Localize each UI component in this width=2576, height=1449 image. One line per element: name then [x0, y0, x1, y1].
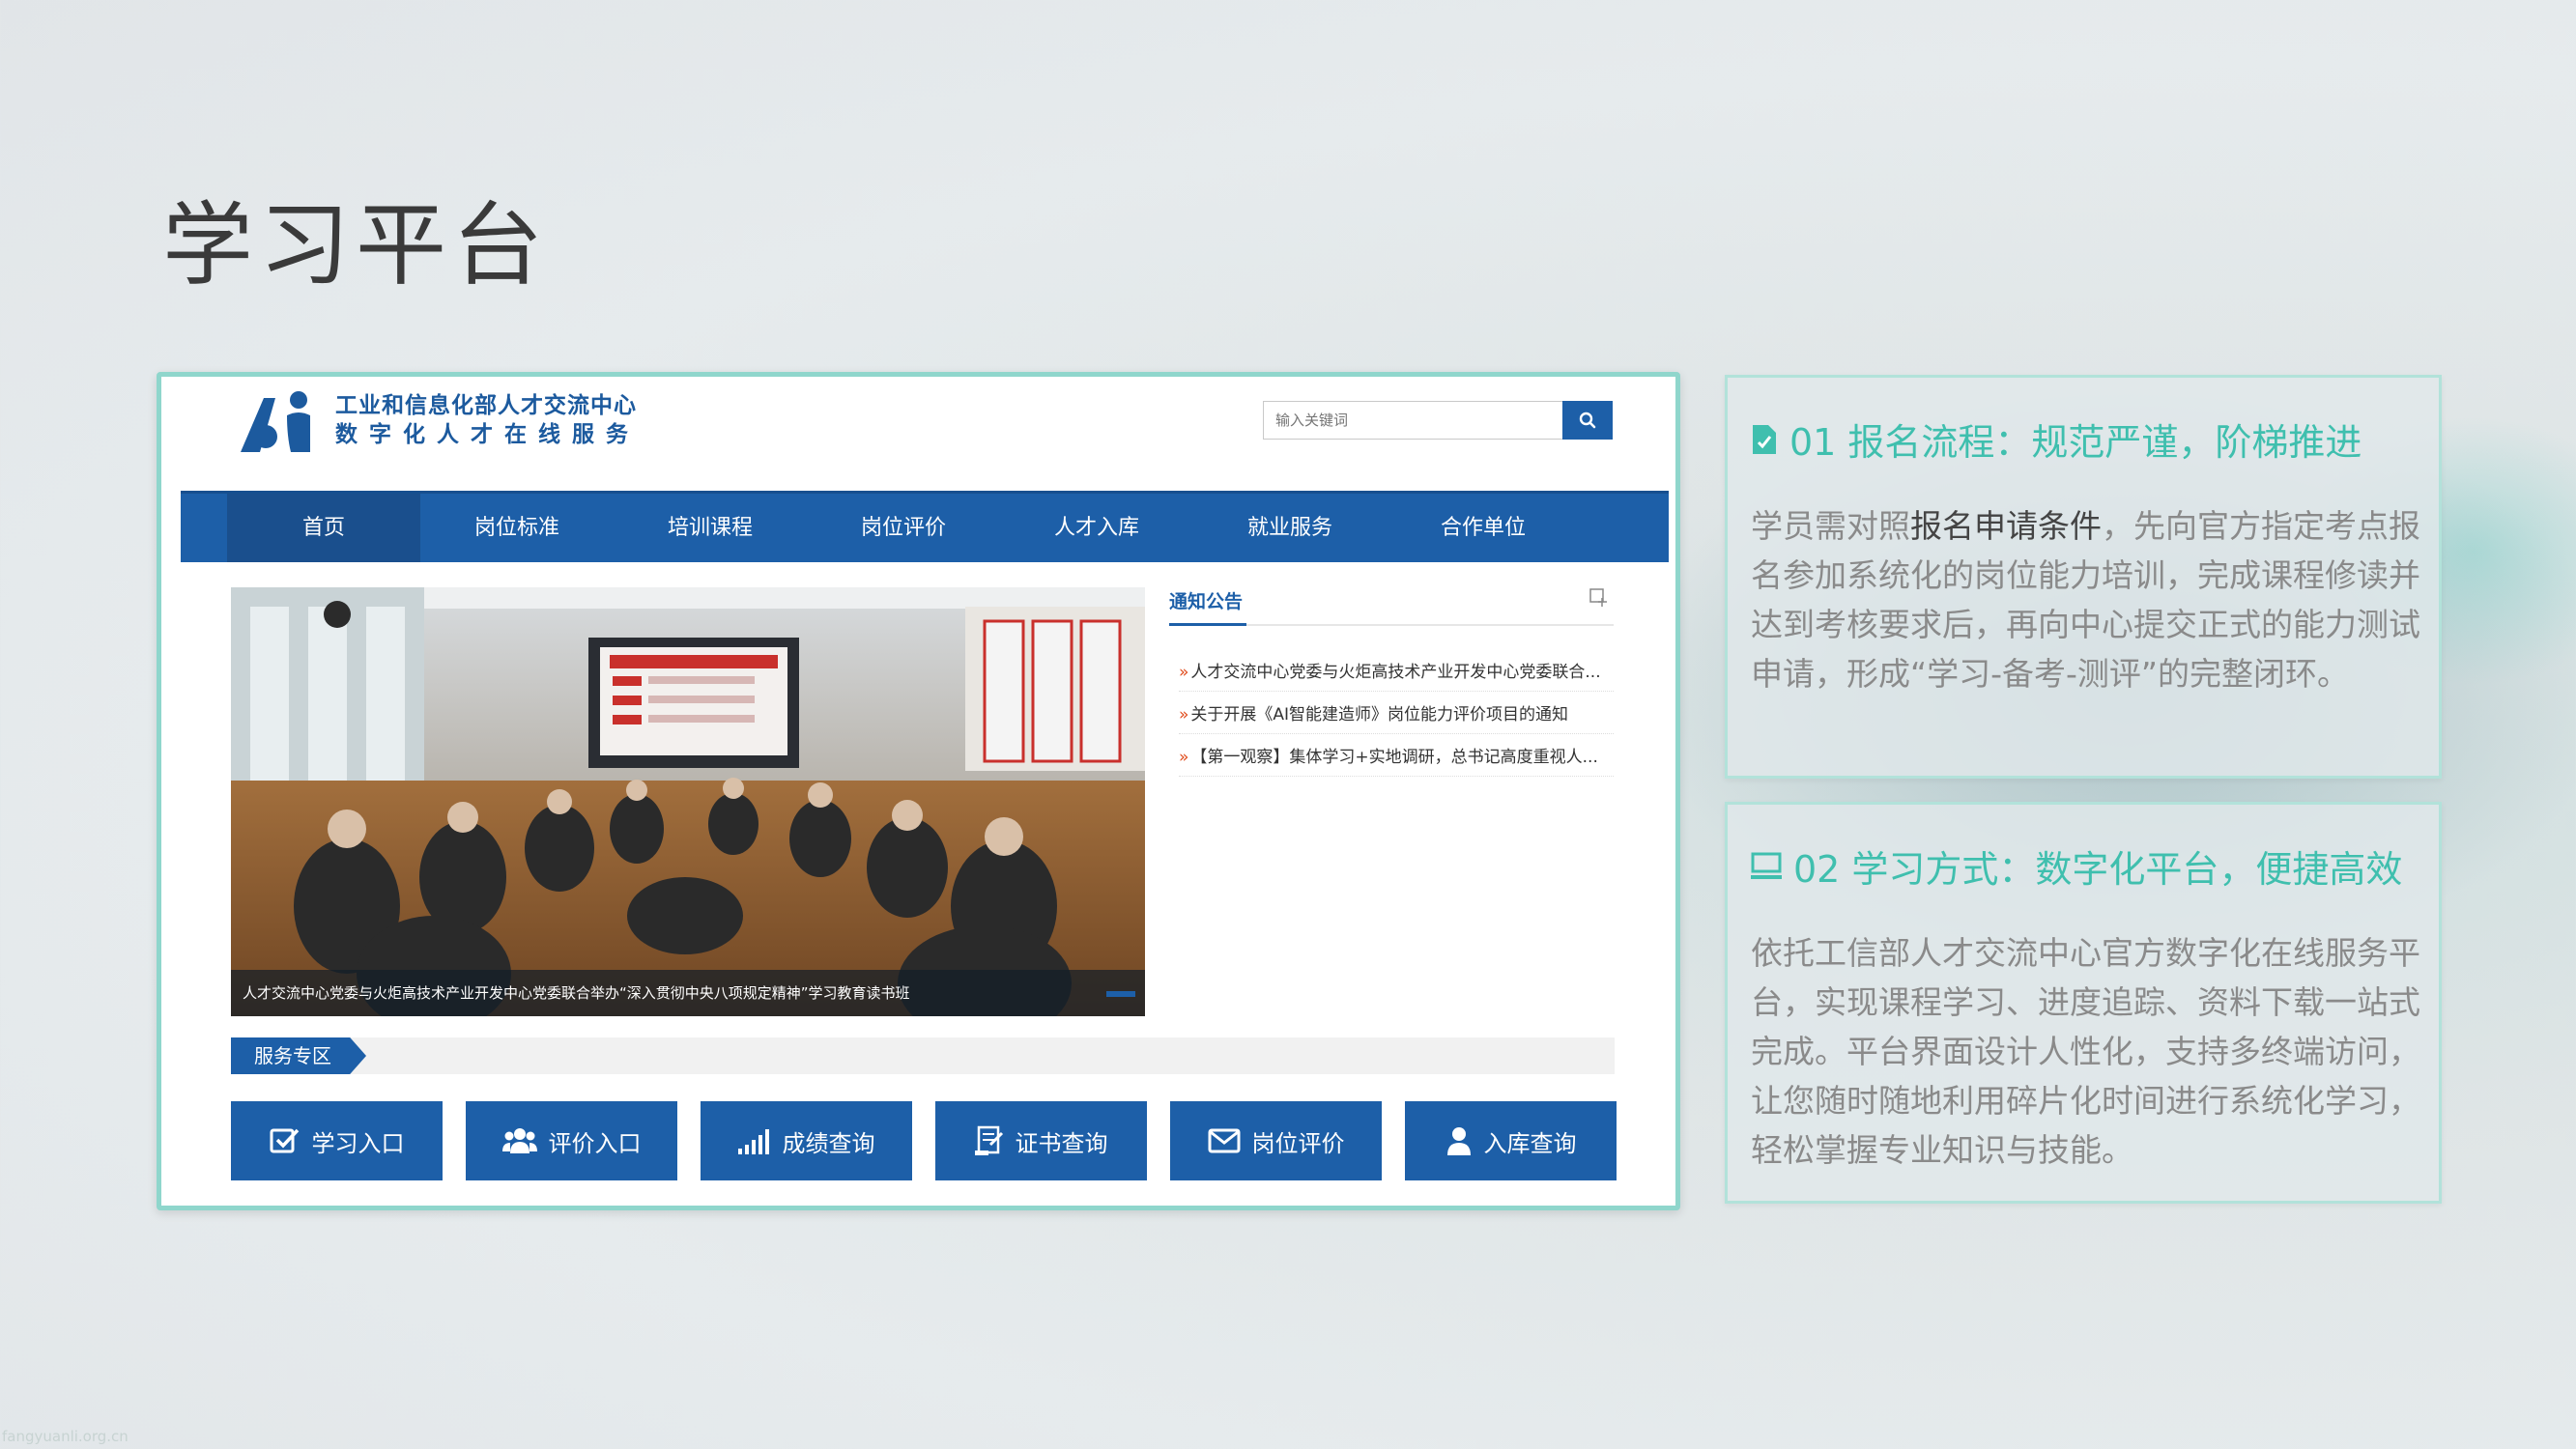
envelope-icon: [1208, 1128, 1240, 1153]
service-zone-header: 服务专区: [231, 1037, 1615, 1074]
nav-item-job-standard[interactable]: 岗位标准: [420, 494, 614, 562]
classroom-photo: [231, 587, 1145, 1016]
nav-item-employment[interactable]: 就业服务: [1193, 494, 1387, 562]
website: 工业和信息化部人才交流中心 数字化人才在线服务 首页 岗位标准 培训课程 岗位评…: [181, 377, 1669, 1206]
notice-title: 通知公告: [1169, 591, 1244, 612]
monitor-icon: [1751, 852, 1782, 879]
evaluation-entry-button[interactable]: 评价入口: [466, 1101, 677, 1180]
users-icon: [501, 1128, 537, 1153]
more-icon[interactable]: [1589, 587, 1610, 609]
notice-item[interactable]: » 人才交流中心党委与火炬高技术产业开发中心党委联合...: [1179, 653, 1614, 692]
card-body: 依托工信部人才交流中心官方数字化在线服务平台，实现课程学习、进度追踪、资料下载一…: [1751, 934, 2420, 1169]
notice-item-text: 关于开展《AI智能建造师》岗位能力评价项目的通知: [1190, 705, 1569, 724]
nav-item-talent-pool[interactable]: 人才入库: [1000, 494, 1193, 562]
search-box: [1263, 401, 1613, 440]
pool-query-label: 入库查询: [1483, 1129, 1577, 1157]
checkbox-icon: [270, 1128, 299, 1153]
document-icon: [1753, 424, 1776, 454]
score-query-label: 成绩查询: [782, 1129, 875, 1157]
certificate-icon: [974, 1125, 1003, 1155]
logo-title-line2: 数字化人才在线服务: [335, 422, 640, 447]
card-registration-process: 01 报名流程：规范严谨，阶梯推进 学员需对照报名申请条件，先向官方指定考点报名…: [1725, 375, 2442, 779]
nav-item-job-evaluation[interactable]: 岗位评价: [807, 494, 1000, 562]
certificate-query-button[interactable]: 证书查询: [935, 1101, 1147, 1180]
card-body-highlight: 报名申请条件: [1910, 507, 2102, 545]
slide-title: 学习平台: [162, 193, 550, 298]
search-icon: [1579, 412, 1596, 429]
job-evaluation-button[interactable]: 岗位评价: [1170, 1101, 1382, 1180]
notice-item-text: 【第一观察】集体学习+实地调研，总书记高度重视人...: [1190, 748, 1598, 767]
notice-item-text: 人才交流中心党委与火炬高技术产业开发中心党委联合...: [1190, 663, 1601, 682]
learning-entry-button[interactable]: 学习入口: [231, 1101, 443, 1180]
evaluation-entry-label: 评价入口: [548, 1129, 642, 1157]
news-slider[interactable]: 人才交流中心党委与火炬高技术产业开发中心党委联合举办“深入贯彻中央八项规定精神”…: [231, 587, 1145, 1016]
search-input[interactable]: [1264, 402, 1563, 439]
notice-item[interactable]: » 关于开展《AI智能建造师》岗位能力评价项目的通知: [1179, 696, 1614, 734]
notice-divider-accent: [1169, 623, 1246, 626]
score-query-button[interactable]: 成绩查询: [701, 1101, 912, 1180]
watermark: fangyuanli.org.cn: [2, 1428, 129, 1445]
logo-title-line1: 工业和信息化部人才交流中心: [335, 393, 637, 418]
card-heading: 01 报名流程：规范严谨，阶梯推进: [1751, 412, 2361, 466]
card-heading: 02 学习方式：数字化平台，便捷高效: [1751, 839, 2402, 893]
certificate-query-label: 证书查询: [1015, 1129, 1108, 1157]
slider-caption: 人才交流中心党委与火炬高技术产业开发中心党委联合举办“深入贯彻中央八项规定精神”…: [231, 970, 1145, 1016]
nav-item-home[interactable]: 首页: [227, 494, 420, 562]
nav-item-partners[interactable]: 合作单位: [1387, 494, 1580, 562]
notice-panel: 通知公告 » 人才交流中心党委与火炬高技术产业开发中心党委联合... » 关于开展《…: [1169, 587, 1614, 877]
main-nav: 首页 岗位标准 培训课程 岗位评价 人才入库 就业服务 合作单位: [181, 491, 1669, 562]
card-learning-method: 02 学习方式：数字化平台，便捷高效 依托工信部人才交流中心官方数字化在线服务平…: [1725, 802, 2442, 1204]
pool-query-button[interactable]: 入库查询: [1405, 1101, 1617, 1180]
learning-entry-label: 学习入口: [311, 1129, 405, 1157]
card-body-text: 学员需对照: [1751, 507, 1910, 545]
logo-icon: [241, 391, 310, 452]
search-button[interactable]: [1562, 401, 1613, 440]
person-icon: [1446, 1127, 1471, 1155]
service-zone-title: 服务专区: [231, 1037, 366, 1074]
card-heading-text: 02 学习方式：数字化平台，便捷高效: [1793, 848, 2403, 891]
card-heading-text: 01 报名流程：规范严谨，阶梯推进: [1789, 421, 2362, 464]
job-evaluation-label: 岗位评价: [1251, 1129, 1345, 1157]
website-screenshot-frame: 工业和信息化部人才交流中心 数字化人才在线服务 首页 岗位标准 培训课程 岗位评…: [157, 372, 1680, 1210]
notice-item[interactable]: » 【第一观察】集体学习+实地调研，总书记高度重视人...: [1179, 738, 1614, 777]
bar-signal-icon: [737, 1129, 769, 1154]
slider-indicator[interactable]: [1106, 991, 1135, 997]
card-body: 学员需对照报名申请条件，先向官方指定考点报名参加系统化的岗位能力培训，完成课程修…: [1751, 501, 2439, 698]
nav-item-training-courses[interactable]: 培训课程: [614, 494, 807, 562]
